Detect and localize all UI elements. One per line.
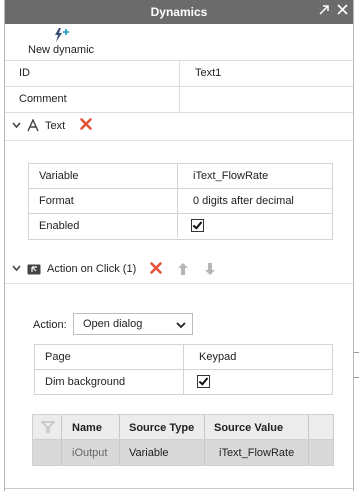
new-dynamic-label: New dynamic: [28, 44, 95, 56]
column-header-name[interactable]: Name: [72, 422, 102, 434]
toolbar: New dynamic: [5, 24, 353, 60]
filter-clear-icon[interactable]: [41, 420, 55, 434]
lightning-plus-icon: [55, 28, 69, 42]
action-click-icon: [27, 264, 41, 278]
column-divider: [61, 415, 62, 439]
panel-title: Dynamics: [150, 5, 208, 19]
param-source-value[interactable]: iText_FlowRate: [219, 447, 294, 459]
row-key: Variable: [39, 170, 79, 182]
property-key: Comment: [19, 93, 67, 105]
text-section-title: Text: [45, 120, 66, 132]
action-section-header[interactable]: Action on Click (1): [5, 257, 353, 284]
action-select-value: Open dialog: [83, 318, 143, 330]
column-divider: [177, 164, 178, 188]
edge-mark: [354, 352, 359, 353]
text-properties-grid: Variable iText_FlowRate Format 0 digits …: [28, 163, 333, 240]
page-value[interactable]: Keypad: [199, 351, 236, 363]
text-row-variable: Variable iText_FlowRate: [29, 164, 332, 189]
arrow-down-icon[interactable]: [204, 262, 216, 279]
dynamics-panel: Dynamics New dynamic ID Text1 Comment Te…: [4, 0, 354, 491]
column-divider: [308, 415, 309, 439]
parameters-table: Name Source Type Source Value iOutput Va…: [32, 414, 334, 466]
action-row-page: Page Keypad: [35, 345, 332, 370]
property-value-id[interactable]: Text1: [195, 67, 221, 79]
column-divider: [204, 440, 205, 465]
delete-action-icon[interactable]: [150, 261, 162, 278]
dim-background-checkbox[interactable]: [197, 375, 210, 388]
undock-icon[interactable]: [317, 4, 331, 20]
column-divider: [183, 370, 184, 394]
column-divider: [177, 189, 178, 213]
param-source-type[interactable]: Variable: [129, 447, 169, 459]
variable-value[interactable]: iText_FlowRate: [193, 170, 268, 182]
new-dynamic-button[interactable]: New dynamic: [25, 26, 97, 58]
chevron-down-icon[interactable]: [12, 119, 21, 133]
column-divider: [179, 61, 180, 86]
property-table: ID Text1 Comment: [5, 60, 353, 113]
property-row-comment: Comment: [5, 87, 353, 113]
panel-titlebar: Dynamics: [5, 0, 353, 24]
row-key: Dim background: [45, 376, 126, 388]
row-key: Format: [39, 195, 74, 207]
row-key: Enabled: [39, 220, 80, 232]
column-divider: [308, 440, 309, 465]
action-row-dim-background: Dim background: [35, 370, 332, 394]
column-divider: [119, 440, 120, 465]
action-properties-grid: Page Keypad Dim background: [34, 344, 333, 395]
enabled-checkbox[interactable]: [191, 219, 204, 232]
action-section-title: Action on Click (1): [47, 263, 137, 275]
column-divider: [119, 415, 120, 439]
action-select[interactable]: Open dialog: [73, 313, 193, 335]
column-divider: [183, 345, 184, 369]
column-header-source-type[interactable]: Source Type: [129, 422, 194, 434]
text-row-enabled: Enabled: [29, 214, 332, 238]
text-row-format: Format 0 digits after decimal: [29, 189, 332, 214]
column-header-source-value[interactable]: Source Value: [214, 422, 283, 434]
column-divider: [61, 440, 62, 465]
arrow-up-icon[interactable]: [177, 262, 189, 279]
property-key: ID: [19, 67, 30, 79]
panel-bottom-divider: [5, 488, 353, 489]
row-key: Page: [45, 351, 71, 363]
property-row-id: ID Text1: [5, 61, 353, 87]
edge-mark: [354, 377, 359, 378]
text-A-icon: [27, 118, 39, 135]
column-divider: [177, 214, 178, 238]
text-section-header[interactable]: Text: [5, 114, 353, 141]
format-value[interactable]: 0 digits after decimal: [193, 195, 294, 207]
column-divider: [204, 415, 205, 439]
param-name: iOutput: [72, 447, 108, 459]
parameters-header: Name Source Type Source Value: [33, 415, 333, 440]
column-divider: [179, 87, 180, 112]
close-icon[interactable]: [335, 4, 349, 20]
table-row[interactable]: iOutput Variable iText_FlowRate: [33, 440, 333, 465]
action-label: Action:: [33, 319, 67, 331]
delete-text-dynamic-icon[interactable]: [80, 117, 92, 134]
chevron-down-icon[interactable]: [12, 262, 21, 276]
chevron-down-icon: [176, 317, 186, 333]
